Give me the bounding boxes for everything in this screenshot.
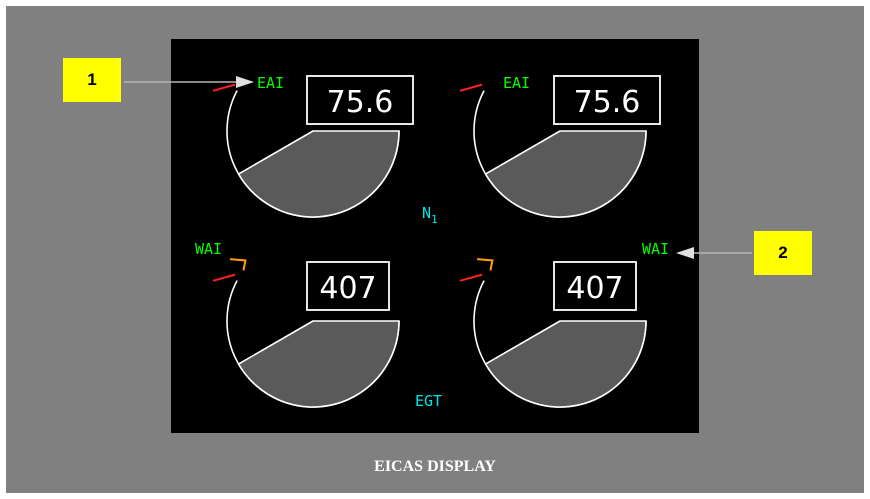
figure-caption: EICAS DISPLAY <box>374 458 496 475</box>
eicas-diagram: 75.6 75.6 407 407 EAI EAI WAI WAI N1 EGT EI… <box>124 39 752 475</box>
readout-value: 75.6 <box>327 85 394 120</box>
callout-2-number: 2 <box>778 243 788 262</box>
readout-value: 407 <box>566 271 623 306</box>
callout-1-number: 1 <box>87 70 97 89</box>
readout-value: 407 <box>319 271 376 306</box>
n1-label-main: N <box>422 204 431 222</box>
n1-label-subscript: 1 <box>431 213 438 226</box>
callout-1-box: 1 <box>63 58 121 102</box>
left-egt-flag: WAI <box>195 240 222 258</box>
egt-label: EGT <box>415 392 442 410</box>
right-n1-flag: EAI <box>503 74 530 92</box>
left-n1-flag: EAI <box>257 74 284 92</box>
callout-2-box: 2 <box>754 231 812 275</box>
eicas-figure: 75.6 75.6 407 407 EAI EAI WAI WAI N1 EGT EI… <box>6 6 864 493</box>
right-side-flag: WAI <box>642 240 669 258</box>
readout-value: 75.6 <box>574 85 641 120</box>
